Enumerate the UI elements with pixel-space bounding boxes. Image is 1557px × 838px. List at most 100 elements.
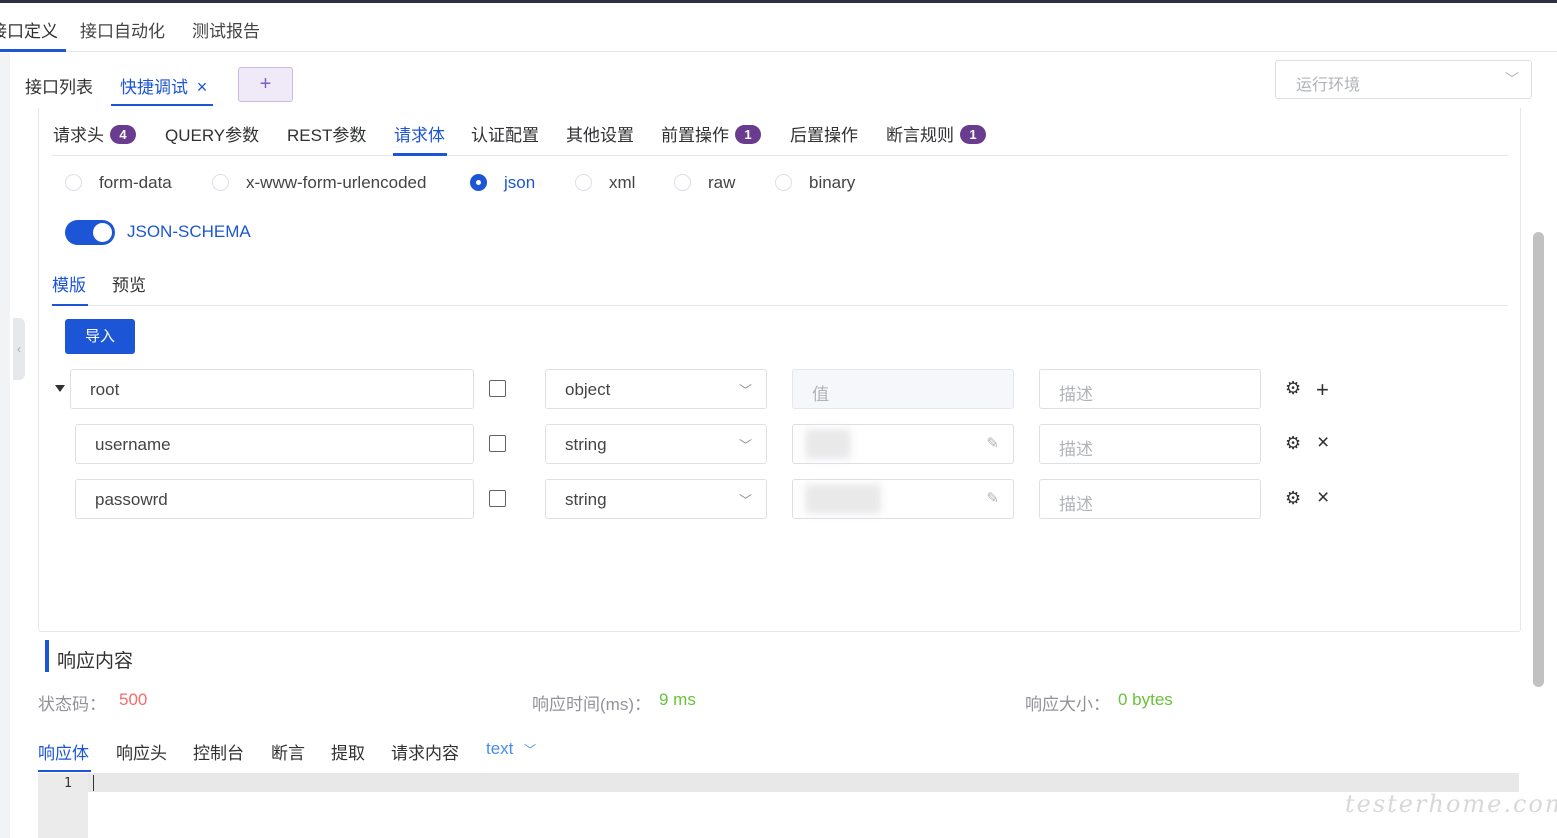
field-name-input[interactable]: username: [75, 424, 474, 464]
field-name-input[interactable]: root: [70, 369, 474, 409]
response-size-label: 响应大小：: [1025, 695, 1110, 714]
field-name-value: root: [90, 380, 120, 399]
description-placeholder: 描述: [1059, 385, 1093, 404]
response-editor[interactable]: 1: [38, 773, 1519, 838]
value-input[interactable]: ✎: [792, 424, 1014, 464]
import-button[interactable]: 导入: [65, 319, 135, 354]
active-line: [88, 773, 1519, 792]
subtab-quick-debug[interactable]: 快捷调试 ×: [120, 73, 207, 98]
response-time-value: 9 ms: [659, 690, 696, 709]
subtab-quick-debug-label: 快捷调试: [120, 78, 188, 97]
field-name-value: passowrd: [95, 490, 168, 509]
type-value: string: [565, 490, 607, 509]
tabs-divider: [52, 155, 1508, 156]
close-tab-icon[interactable]: ×: [197, 77, 208, 97]
format-value: text: [486, 739, 514, 758]
json-schema-label: JSON-SCHEMA: [127, 222, 251, 241]
radio-label-json[interactable]: json: [504, 173, 535, 193]
required-checkbox[interactable]: [489, 380, 506, 397]
delete-field-icon[interactable]: ×: [1317, 431, 1329, 455]
required-checkbox[interactable]: [489, 435, 506, 452]
gear-icon[interactable]: ⚙: [1285, 433, 1301, 454]
radio-urlencoded[interactable]: [212, 174, 229, 191]
chevron-down-icon: ﹀: [738, 438, 752, 453]
type-select[interactable]: object ﹀: [545, 369, 767, 409]
section-accent-bar: [45, 640, 49, 672]
radio-form-data[interactable]: [65, 174, 82, 191]
delete-field-icon[interactable]: ×: [1317, 486, 1329, 510]
tab-api-automation[interactable]: 接口自动化: [80, 17, 165, 42]
radio-label-xml[interactable]: xml: [609, 173, 635, 193]
description-input[interactable]: 描述: [1039, 424, 1261, 464]
count-badge: 4: [110, 125, 136, 144]
tab-api-definition[interactable]: 接口定义: [0, 17, 58, 42]
radio-label-form-data[interactable]: form-data: [99, 173, 172, 193]
radio-label-binary[interactable]: binary: [809, 173, 855, 193]
collapse-caret-icon[interactable]: [55, 385, 65, 392]
type-value: string: [565, 435, 607, 454]
tab-test-report[interactable]: 测试报告: [192, 17, 260, 42]
watermark: testerhome.com: [1345, 790, 1557, 818]
tab-assertion-rules[interactable]: 断言规则 1: [886, 121, 986, 146]
tab-request-headers[interactable]: 请求头 4: [53, 121, 136, 146]
tab-label: 断言规则: [886, 126, 954, 145]
tab-response-body[interactable]: 响应体: [38, 739, 89, 764]
tab-preview[interactable]: 预览: [112, 271, 146, 296]
type-value: object: [565, 380, 611, 399]
add-tab-button[interactable]: +: [238, 67, 293, 102]
active-tab-indicator: [393, 153, 447, 156]
format-select[interactable]: text ﹀: [486, 739, 536, 759]
value-input[interactable]: 值: [792, 369, 1014, 409]
inner-tabs-divider: [52, 305, 1508, 306]
tab-query-params[interactable]: QUERY参数: [165, 121, 259, 146]
subtab-api-list[interactable]: 接口列表: [25, 73, 93, 98]
radio-raw[interactable]: [674, 174, 691, 191]
description-placeholder: 描述: [1059, 495, 1093, 514]
gear-icon[interactable]: ⚙: [1285, 488, 1301, 509]
tab-extract[interactable]: 提取: [331, 739, 365, 764]
chevron-down-icon: ﹀: [524, 743, 537, 757]
field-name-value: username: [95, 435, 171, 454]
redacted-value: [805, 429, 851, 459]
radio-label-urlencoded[interactable]: x-www-form-urlencoded: [246, 173, 426, 193]
radio-binary[interactable]: [775, 174, 792, 191]
tab-response-headers[interactable]: 响应头: [116, 739, 167, 764]
description-input[interactable]: 描述: [1039, 369, 1261, 409]
radio-xml[interactable]: [575, 174, 592, 191]
json-schema-toggle[interactable]: [65, 220, 115, 245]
tab-request-body[interactable]: 请求体: [394, 121, 445, 146]
value-input[interactable]: ✎: [792, 479, 1014, 519]
tab-template[interactable]: 模版: [52, 271, 86, 296]
tab-post-operations[interactable]: 后置操作: [790, 121, 858, 146]
tab-console[interactable]: 控制台: [193, 739, 244, 764]
chevron-down-icon: ﹀: [738, 493, 752, 508]
environment-select[interactable]: 运行环境 ﹀: [1275, 60, 1532, 99]
type-select[interactable]: string ﹀: [545, 424, 767, 464]
tab-pre-operations[interactable]: 前置操作 1: [661, 121, 761, 146]
edit-icon[interactable]: ✎: [986, 434, 999, 452]
gear-icon[interactable]: ⚙: [1285, 378, 1301, 399]
field-name-input[interactable]: passowrd: [75, 479, 474, 519]
description-input[interactable]: 描述: [1039, 479, 1261, 519]
response-tab-indicator: [38, 770, 91, 772]
subtab-indicator: [111, 104, 213, 106]
tab-other-settings[interactable]: 其他设置: [566, 121, 634, 146]
edit-icon[interactable]: ✎: [986, 489, 999, 507]
add-field-icon[interactable]: +: [1316, 377, 1329, 403]
response-size-value: 0 bytes: [1118, 690, 1173, 709]
collapse-sidebar-handle[interactable]: ‹: [13, 318, 25, 380]
redacted-value: [805, 484, 881, 514]
required-checkbox[interactable]: [489, 490, 506, 507]
tab-assertions[interactable]: 断言: [271, 739, 305, 764]
tab-request-content[interactable]: 请求内容: [391, 739, 459, 764]
vertical-scrollbar[interactable]: [1533, 232, 1544, 687]
status-code-label: 状态码：: [38, 695, 106, 714]
line-number: 1: [64, 776, 72, 791]
type-select[interactable]: string ﹀: [545, 479, 767, 519]
tab-rest-params[interactable]: REST参数: [287, 121, 366, 146]
left-gutter: [0, 53, 10, 838]
chevron-down-icon: ﹀: [738, 383, 752, 398]
radio-label-raw[interactable]: raw: [708, 173, 735, 193]
tab-auth-config[interactable]: 认证配置: [471, 121, 539, 146]
radio-json[interactable]: [470, 174, 487, 191]
